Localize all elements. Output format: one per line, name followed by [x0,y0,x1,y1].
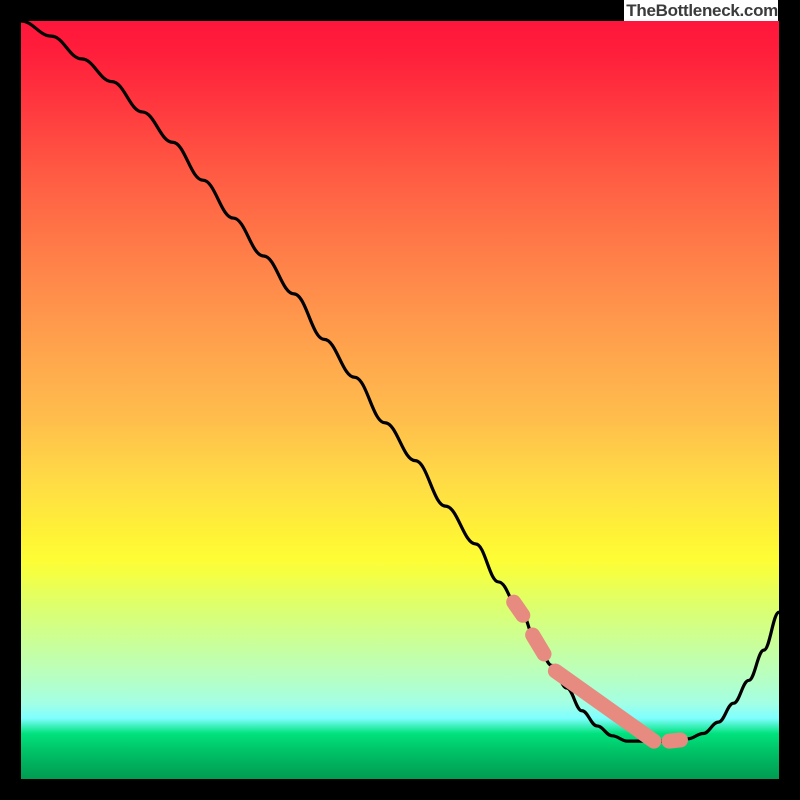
chart-frame: TheBottleneck.com [0,0,800,800]
curve-line [21,21,779,741]
plot-area [21,21,779,779]
attribution-label: TheBottleneck.com [624,0,778,21]
highlight-band [514,602,681,741]
bottleneck-curve [21,21,779,741]
curve-svg [21,21,779,779]
